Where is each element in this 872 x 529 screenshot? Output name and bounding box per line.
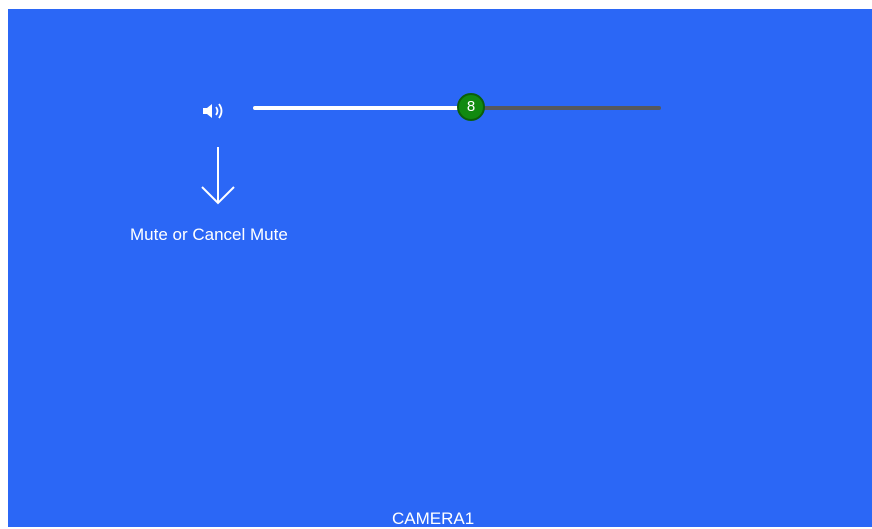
volume-slider-fill — [253, 106, 471, 110]
mute-hint-label: Mute or Cancel Mute — [130, 225, 288, 244]
arrow-down-icon — [198, 145, 238, 207]
volume-slider[interactable]: 8 — [253, 93, 665, 121]
volume-slider-thumb[interactable]: 8 — [457, 93, 485, 121]
camera-view: 8 Mute or Cancel Mute CAMERA1 — [8, 9, 872, 528]
speaker-icon[interactable] — [201, 101, 227, 121]
camera-name-label: CAMERA1 — [392, 509, 475, 528]
